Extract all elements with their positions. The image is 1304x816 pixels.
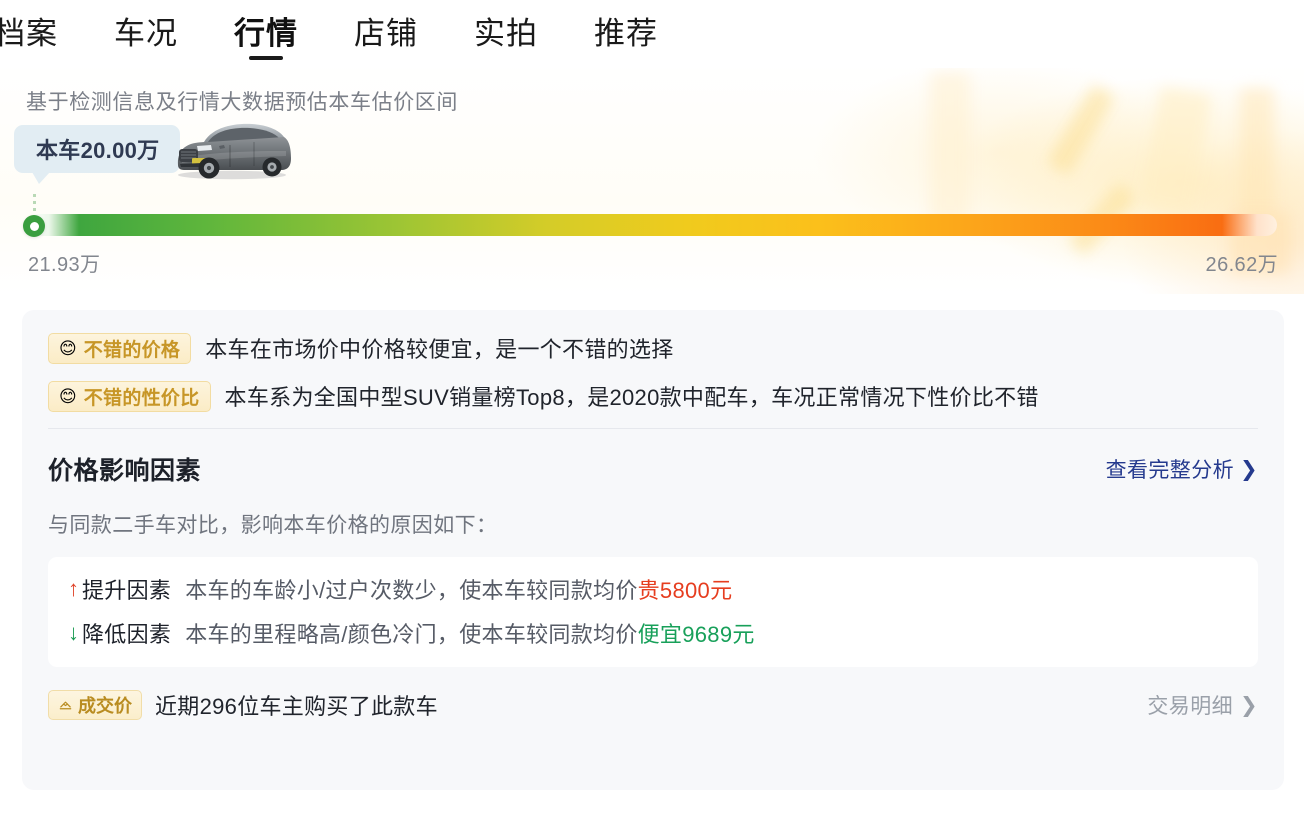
factor-decrease-name: 降低因素	[82, 622, 172, 647]
card-divider	[48, 428, 1258, 429]
smiley-face-icon: 😊	[59, 386, 77, 406]
tab-dangan[interactable]: 档案	[0, 3, 86, 65]
view-full-analysis-link[interactable]: 查看完整分析 ❯	[1106, 454, 1258, 484]
decorative-streak	[1139, 86, 1213, 214]
assessment-row-price: 😊 不错的价格 本车在市场价中价格较便宜，是一个不错的选择	[48, 332, 1258, 364]
top-nav-tabs: 档案 车况 行情 店铺 实拍 推荐	[0, 0, 1304, 68]
assessment-row-value: 😊 不错的性价比 本车系为全国中型SUV销量榜Top8，是2020款中配车，车况…	[48, 380, 1258, 412]
price-gradient-track	[27, 214, 1277, 236]
assessment-price-text: 本车在市场价中价格较便宜，是一个不错的选择	[205, 337, 674, 362]
tab-hangqing[interactable]: 行情	[206, 3, 326, 65]
handshake-icon	[59, 701, 72, 709]
tab-chekuang[interactable]: 车况	[86, 3, 206, 65]
transaction-summary-row: 成交价 近期296位车主购买了此款车 交易明细 ❯	[48, 689, 1258, 721]
factor-decrease-amount: 便宜9689元	[637, 622, 755, 647]
used-car-market-page: 档案 车况 行情 店铺 实拍 推荐 基于检测信息及行情大数据预估本车估价区间 本…	[0, 0, 1304, 816]
factor-increase-amount: 贵5800元	[637, 578, 733, 603]
factor-increase-name: 提升因素	[82, 578, 172, 603]
transaction-details-label: 交易明细	[1147, 695, 1233, 718]
factor-increase-desc: 本车的车龄小/过户次数少，使本车较同款均价	[185, 578, 638, 603]
hero-subtitle: 基于检测信息及行情大数据预估本车估价区间	[26, 91, 458, 114]
tag-good-value: 😊 不错的性价比	[48, 380, 211, 412]
transaction-summary-left: 成交价 近期296位车主购买了此款车	[48, 689, 438, 721]
price-range-bar: 21.93万 26.62万	[0, 208, 1304, 294]
factor-row-decrease: ↓ 降低因素 本车的里程略高/颜色冷门，使本车较同款均价 便宜9689元	[68, 617, 1238, 649]
tab-tuijian[interactable]: 推荐	[566, 3, 686, 65]
decorative-streak	[930, 72, 970, 222]
price-analysis-card: 😊 不错的价格 本车在市场价中价格较便宜，是一个不错的选择 😊 不错的性价比 本…	[22, 310, 1284, 790]
decorative-streak	[1240, 88, 1274, 218]
view-full-analysis-label: 查看完整分析	[1105, 459, 1234, 482]
tag-deal-price: 成交价	[48, 690, 142, 720]
assessment-value-text: 本车系为全国中型SUV销量榜Top8，是2020款中配车，车况正常情况下性价比不…	[224, 385, 1039, 410]
tag-good-price: 😊 不错的价格	[48, 332, 192, 364]
transaction-summary-text: 近期296位车主购买了此款车	[155, 694, 438, 719]
price-factors-title: 价格影响因素	[48, 457, 202, 485]
factor-row-increase: ↑ 提升因素 本车的车龄小/过户次数少，使本车较同款均价 贵5800元	[68, 573, 1238, 605]
smiley-face-icon: 😊	[59, 338, 77, 358]
price-factors-header: 价格影响因素 查看完整分析 ❯	[48, 451, 1258, 487]
chevron-right-icon: ❯	[1240, 693, 1258, 717]
tag-good-price-label: 不错的价格	[83, 339, 181, 361]
price-range-low-label: 21.93万	[28, 254, 101, 276]
tab-dianpu[interactable]: 店铺	[326, 3, 446, 65]
price-position-marker[interactable]	[23, 215, 45, 237]
decorative-streak	[1046, 83, 1116, 177]
tag-good-value-label: 不错的性价比	[83, 387, 200, 409]
tab-shipai[interactable]: 实拍	[446, 3, 566, 65]
price-range-high-label: 26.62万	[1205, 254, 1278, 276]
chevron-right-icon: ❯	[1240, 457, 1258, 481]
tag-deal-price-label: 成交价	[78, 696, 132, 716]
current-price-callout: 本车20.00万	[14, 123, 294, 187]
factor-decrease-desc: 本车的里程略高/颜色冷门，使本车较同款均价	[185, 622, 638, 647]
price-estimate-hero: 基于检测信息及行情大数据预估本车估价区间 本车20.00万 21.93万 26.…	[0, 62, 1304, 294]
arrow-down-icon: ↓	[68, 620, 79, 645]
transaction-details-link[interactable]: 交易明细 ❯	[1147, 690, 1258, 720]
suv-car-image	[177, 123, 291, 180]
price-factors-subtitle: 与同款二手车对比，影响本车价格的原因如下：	[48, 514, 498, 537]
price-bubble: 本车20.00万	[14, 125, 180, 184]
price-bubble-label: 本车20.00万	[36, 138, 160, 163]
arrow-up-icon: ↑	[68, 576, 79, 601]
price-factors-list: ↑ 提升因素 本车的车龄小/过户次数少，使本车较同款均价 贵5800元 ↓ 降低…	[48, 557, 1258, 667]
